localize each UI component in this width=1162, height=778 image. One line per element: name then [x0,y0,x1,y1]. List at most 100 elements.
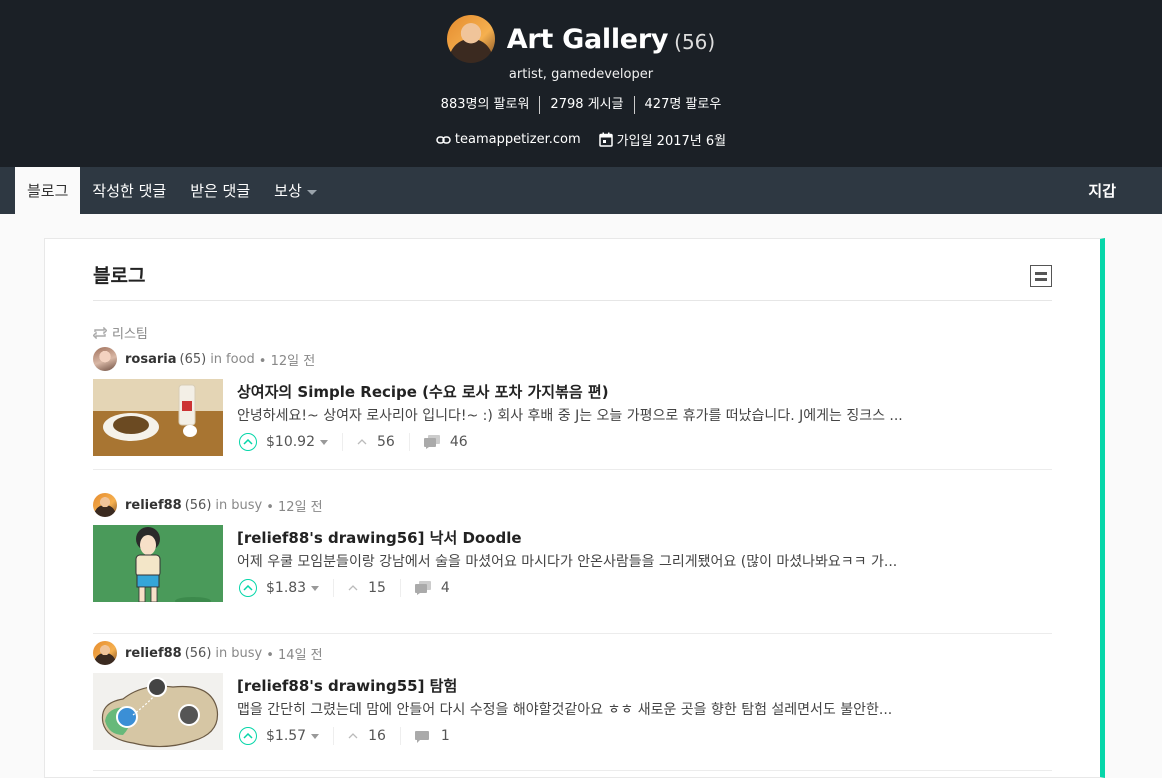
comments-value: 1 [440,728,450,744]
in-label: in [215,497,228,513]
post-excerpt[interactable]: 안녕하세요!~ 상여자 로사리아 입니다!~ :) 회사 후배 중 J는 오늘 … [237,405,1052,425]
post-category[interactable]: busy [231,646,262,661]
comments-value: 46 [449,434,468,450]
calendar-icon [598,132,613,147]
post-item: relief88 (56) in busy • 14일 전 [relief88'… [93,641,1052,771]
food-image [93,379,223,456]
post-category[interactable]: busy [231,498,262,513]
upvote-button[interactable] [239,579,257,597]
payout-dropdown[interactable]: $10.92 [266,434,328,450]
comments-count[interactable]: 46 [423,434,468,450]
website-link[interactable]: teamappetizer.com [436,130,581,149]
post-time[interactable]: • 14일 전 [266,644,322,663]
list-icon-bar [1035,277,1047,281]
post-time[interactable]: • 12일 전 [259,350,315,369]
divider [333,579,335,597]
author-avatar[interactable] [93,347,117,371]
tab-replies-label: 받은 댓글 [190,182,251,200]
comment-icon [423,435,440,449]
chevron-up-icon [243,585,253,591]
followers-count[interactable]: 883명의 팔로워 [431,96,540,114]
tab-wallet[interactable]: 지갑 [1088,167,1116,214]
list-icon-bar [1035,271,1047,275]
post-title[interactable]: [relief88's drawing56] 낙서 Doodle [237,527,1052,548]
votes-count[interactable]: 15 [348,580,386,596]
payout-dropdown[interactable]: $1.83 [266,580,320,596]
post-author-row: relief88 (56) in busy • 14일 전 [93,641,323,665]
author-name[interactable]: rosaria [125,352,177,367]
post-title[interactable]: [relief88's drawing55] 탐험 [237,675,1052,696]
tab-comments[interactable]: 작성한 댓글 [80,167,178,214]
author-avatar[interactable] [93,641,117,665]
author-name[interactable]: relief88 [125,498,182,513]
joined-text: 가입일 2017년 6월 [616,134,727,149]
payout-value: $10.92 [266,434,315,450]
chevron-up-icon [357,439,367,445]
post-footer: $1.83 15 4 [239,579,450,597]
divider [333,727,335,745]
divider [399,579,401,597]
votes-count[interactable]: 16 [348,728,386,744]
post-footer: $1.57 16 1 [239,727,450,745]
tab-rewards-label: 보상 [274,182,302,200]
following-count[interactable]: 427명 팔로우 [633,96,732,114]
tab-rewards[interactable]: 보상 [262,167,329,214]
post-excerpt[interactable]: 어제 우쿨 모임분들이랑 강남에서 술을 마셨어요 마시다가 안온사람들을 그리… [237,551,1052,571]
chevron-up-icon [243,439,253,445]
upvote-button[interactable] [239,433,257,451]
profile-title-row: Art Gallery (56) [0,15,1162,63]
drawing-image [93,525,223,602]
post-title[interactable]: 상여자의 Simple Recipe (수요 로사 포차 가지볶음 편) [237,381,1052,402]
chevron-down-icon [311,733,320,739]
chevron-down-icon [311,585,320,591]
blog-title: 블로그 [93,265,146,287]
votes-value: 56 [377,434,395,450]
author-name[interactable]: relief88 [125,646,182,661]
payout-dropdown[interactable]: $1.57 [266,728,320,744]
payout-value: $1.57 [266,728,307,744]
post-author-row: rosaria (65) in food • 12일 전 [93,347,315,371]
post-category[interactable]: food [226,352,255,367]
chevron-up-icon [348,733,358,739]
divider [342,433,343,451]
author-reputation: (56) [184,645,212,661]
resteem-icon [93,326,107,339]
comments-count[interactable]: 4 [414,580,450,596]
tab-replies[interactable]: 받은 댓글 [178,167,262,214]
joined-date: 가입일 2017년 6월 [598,130,727,149]
profile-nav: 블로그 작성한 댓글 받은 댓글 보상 지갑 [0,167,1162,214]
profile-about: artist, gamedeveloper [508,67,654,82]
profile-avatar[interactable] [446,15,495,63]
chevron-up-icon [348,585,358,591]
upvote-button[interactable] [239,727,257,745]
profile-stats: 883명의 팔로워 2798 게시글 427명 팔로우 [0,96,1162,114]
post-excerpt[interactable]: 맵을 간단히 그렸는데 맘에 안들어 다시 수정을 해야할것같아요 ㅎㅎ 새로운… [237,699,1052,719]
tab-blog[interactable]: 블로그 [15,167,81,214]
author-avatar[interactable] [93,493,117,517]
map-image [93,673,223,750]
post-thumbnail[interactable] [93,673,223,750]
website-text[interactable]: teamappetizer.com [455,132,581,147]
in-label: in [215,645,228,661]
blog-panel-header: 블로그 [93,261,1052,301]
author-reputation: (65) [179,351,207,367]
tab-comments-label: 작성한 댓글 [92,182,167,200]
chevron-up-icon [243,733,253,739]
profile-meta: teamappetizer.com 가입일 2017년 6월 [0,130,1162,149]
chevron-down-icon [320,439,328,445]
votes-count[interactable]: 56 [357,434,395,450]
tab-blog-label: 블로그 [27,182,69,200]
post-thumbnail[interactable] [93,525,223,602]
resteem-label: 리스팀 [93,323,148,342]
votes-value: 15 [368,580,386,596]
comment-icon [414,581,431,595]
post-thumbnail[interactable] [93,379,223,456]
post-time[interactable]: • 12일 전 [266,496,322,515]
profile-header: Art Gallery (56) artist, gamedeveloper 8… [0,0,1162,167]
view-toggle-button[interactable] [1030,265,1052,287]
post-author-row: relief88 (56) in busy • 12일 전 [93,493,323,517]
chevron-down-icon [306,190,317,195]
comments-count[interactable]: 1 [414,728,450,744]
divider [399,727,401,745]
comments-value: 4 [440,580,450,596]
